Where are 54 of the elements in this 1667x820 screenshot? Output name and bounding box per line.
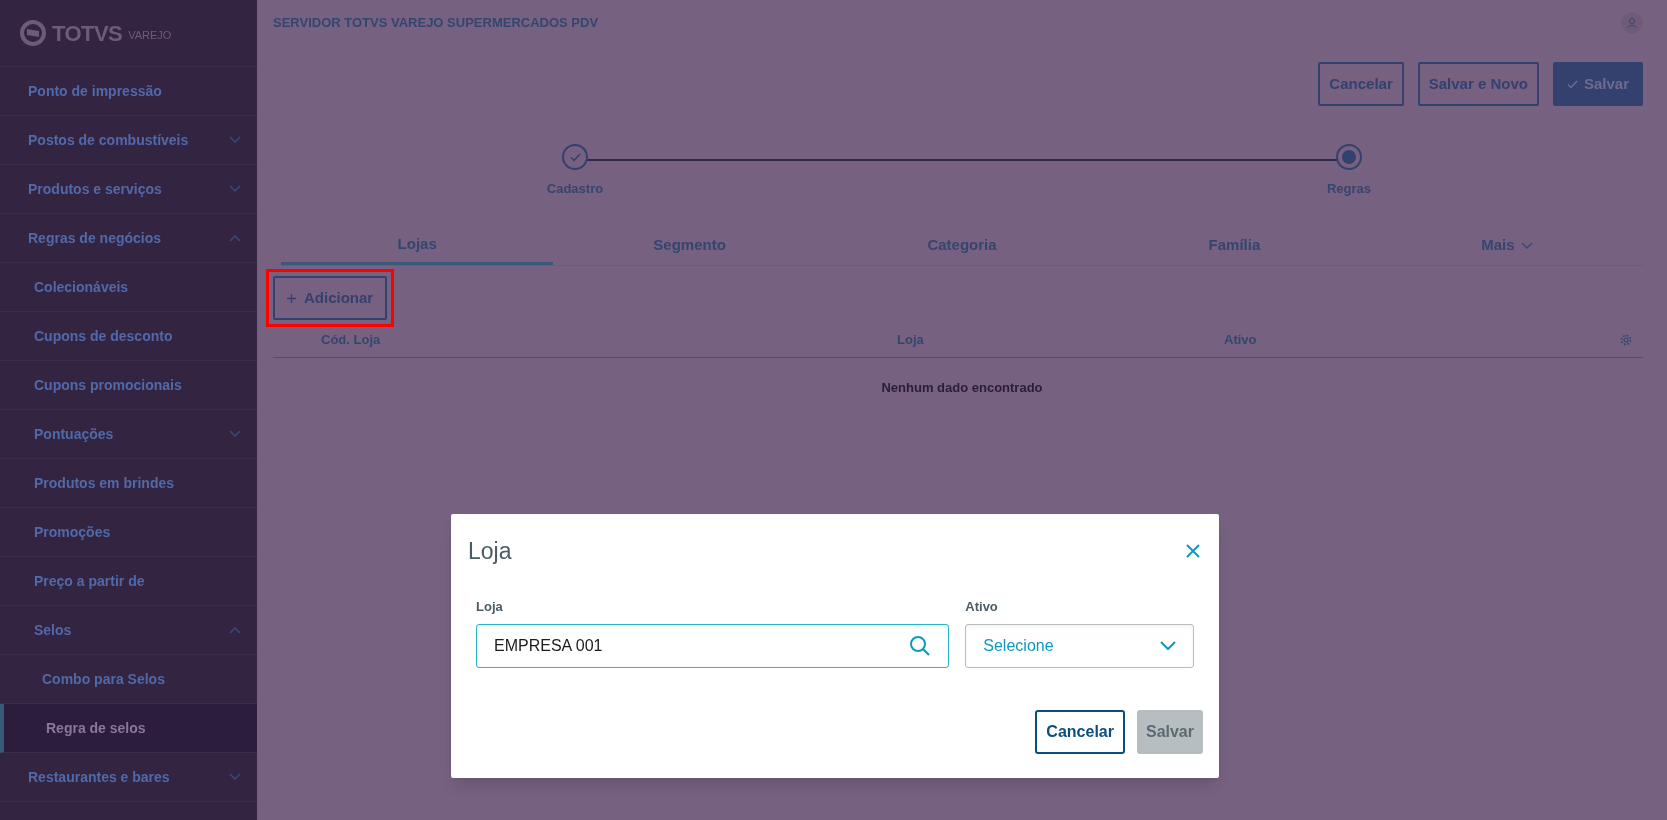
sidebar-item[interactable]: Pontuações [0,410,257,459]
sidebar-item[interactable]: Preço a partir de [0,557,257,606]
field-label: Ativo [965,597,999,616]
header-title: SERVIDOR TOTVS VAREJO SUPERMERCADOS PDV [273,14,599,33]
search-field[interactable]: EMPRESA 001 [476,624,950,668]
save-button[interactable]: Salvar [1552,62,1643,106]
user-icon[interactable] [1621,12,1643,34]
tab[interactable]: Categoria [825,226,1099,265]
step-label: Cadastro [546,180,604,198]
tab[interactable]: Segmento [553,226,826,265]
tab[interactable]: Lojas [281,226,554,265]
sidebar-item[interactable]: Produtos e serviços [0,165,257,214]
close-icon[interactable] [1186,544,1200,559]
sidebar-item[interactable]: Colecionáveis [0,263,257,312]
chevron-down-icon [1520,241,1533,250]
add-button[interactable]: Adicionar [273,276,388,320]
plus-icon [287,293,296,303]
dialog-button[interactable]: Cancelar [1035,710,1125,754]
logo-product: VAREJO [128,27,172,43]
sidebar-item[interactable]: Postos de combustíveis [0,116,257,165]
sidebar-item[interactable]: Regras de negócios [0,214,257,263]
column-header: Cód. Loja [320,330,382,349]
chevron-down-icon [229,136,241,144]
sidebar-item[interactable]: Produtos em brindes [0,459,257,508]
check-icon [1566,79,1578,89]
chevron-down-icon [1160,641,1176,651]
action-button[interactable]: Salvar e Novo [1417,62,1539,106]
field-label: Loja [476,597,504,616]
chevron-up-icon [229,234,241,242]
empty-message: Nenhum dado encontrado [881,379,1043,397]
step-label: Regras [1326,180,1372,198]
chevron-up-icon [229,626,241,634]
chevron-down-icon [229,430,241,438]
sidebar-item[interactable]: Selos [0,606,257,655]
logo-brand: TOTVS [52,19,123,48]
sidebar-item[interactable]: Regra de selos [0,704,257,753]
search-icon [909,635,932,657]
sidebar-item[interactable]: Restaurantes e bares [0,753,257,802]
dialog-title: Loja [468,537,512,566]
chevron-down-icon [229,185,241,193]
check-icon [569,152,581,162]
tab[interactable]: Família [1098,226,1371,265]
sidebar-item[interactable]: Promoções [0,508,257,557]
action-button[interactable]: Cancelar [1318,62,1404,106]
column-header: Loja [897,330,925,349]
select-field[interactable]: Selecione [965,624,1194,668]
tab[interactable]: Mais [1370,226,1644,265]
chevron-down-icon [229,773,241,781]
column-header: Ativo [1224,330,1258,349]
settings-icon[interactable] [1619,332,1633,347]
sidebar-item[interactable]: Ponto de impressão [0,67,257,116]
logo-icon [20,20,46,46]
sidebar-item[interactable]: Cupons promocionais [0,361,257,410]
sidebar-item[interactable]: Cupons de desconto [0,312,257,361]
